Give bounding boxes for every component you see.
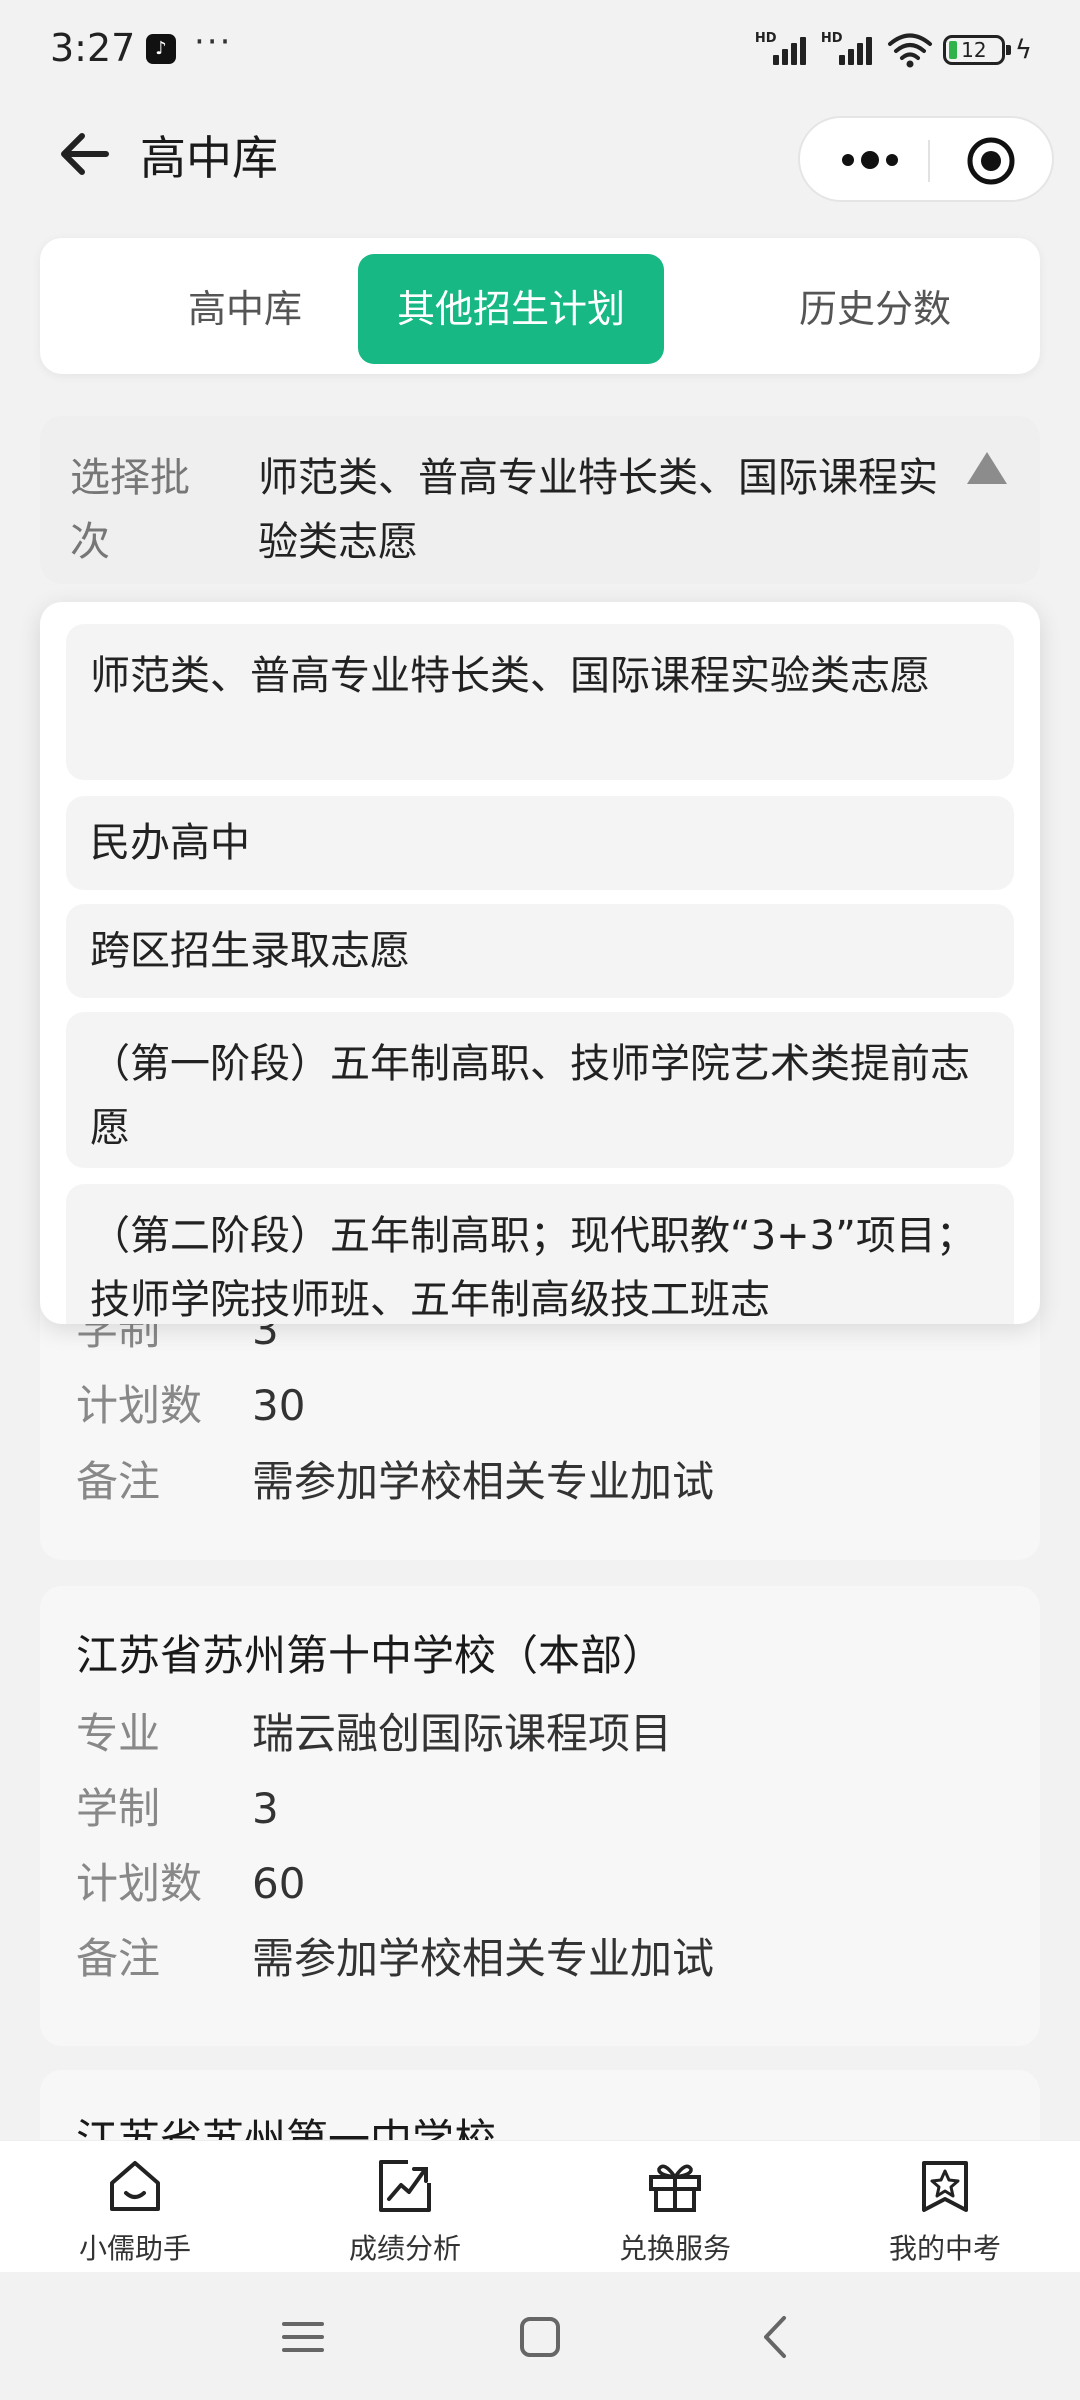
system-nav-bar [0,2272,1080,2400]
batch-selector-value[interactable]: 师范类、普高专业特长类、国际课程实验类志愿 [258,446,958,574]
nav-label: 成绩分析 [348,2232,461,2265]
dropdown-option[interactable]: 跨区招生录取志愿 [66,904,1014,998]
nav-label: 兑换服务 [618,2232,731,2265]
home-smile-icon [110,2161,160,2211]
status-indicators: HD HD 12 ϟ [755,30,1032,70]
tab-high-school-library[interactable]: 高中库 [100,254,390,364]
row-value: 需参加学校相关专业加试 [252,1457,715,1506]
batch-selector-label: 选择批次 [70,455,190,565]
back-chevron-icon[interactable] [752,2312,802,2362]
nav-label: 小儒助手 [78,2232,191,2265]
batch-dropdown: 师范类、普高专业特长类、国际课程实验类志愿 民办高中 跨区招生录取志愿 （第一阶… [40,602,1040,1324]
signal-icon: HD [821,31,877,69]
menu-icon[interactable] [278,2312,328,2362]
dropdown-option[interactable]: （第一阶段）五年制高职、技师学院艺术类提前志愿 [66,1012,1014,1168]
tab-history-scores[interactable]: 历史分数 [730,254,1020,364]
row-key: 计划数 [76,1381,203,1430]
star-bookmark-icon [922,2161,968,2212]
card-row-notes: 备注 需参加学校相关专业加试 [76,1929,714,1989]
triangle-up-icon[interactable] [964,448,1010,488]
nav-label: 我的中考 [888,2232,1001,2265]
row-key: 备注 [76,1457,161,1506]
mini-program-capsule [798,116,1054,202]
row-value: 3 [252,1784,279,1833]
signal-hd-label: HD [820,31,843,46]
card-row-major: 专业 瑞云融创国际课程项目 [76,1704,672,1764]
row-key: 计划数 [76,1859,203,1908]
signal-icon: HD [755,31,811,69]
wifi-icon [887,33,932,68]
dropdown-option[interactable]: 师范类、普高专业特长类、国际课程实验类志愿 [66,624,1014,780]
row-value: 30 [252,1381,306,1430]
tiktok-icon: ♪ [146,34,176,64]
chart-trend-icon [379,2160,431,2212]
status-bar: 3:27 ♪ ··· HD HD 12 ϟ [0,0,1080,100]
card-row-plan-count: 计划数 60 [76,1854,305,1914]
title-bar: 高中库 [0,110,1080,210]
row-key: 专业 [76,1709,161,1758]
tab-other-enrollment-plans[interactable]: 其他招生计划 [358,254,664,364]
battery-level: 12 [961,38,987,62]
school-card[interactable]: 江苏省苏州第十中学校（本部） 专业 瑞云融创国际课程项目 学制 3 计划数 60 备注… [40,1586,1040,2046]
page-title: 高中库 [140,131,278,185]
arrow-left-icon[interactable] [56,124,116,184]
capsule-divider [928,140,930,182]
bottom-nav: 小儒助手 成绩分析 兑换服务 我的中考 [0,2140,1080,2273]
nav-score-analysis[interactable]: 成绩分析 [295,2157,515,2267]
card-row-system: 学制 3 [76,1779,279,1839]
home-square-icon[interactable] [515,2312,565,2362]
status-dots: ··· [194,22,233,62]
target-icon[interactable] [966,136,1016,186]
status-time: 3:27 [50,26,136,70]
signal-hd-label: HD [754,31,777,46]
row-key: 学制 [76,1784,161,1833]
more-dots-icon[interactable] [830,138,910,182]
nav-redeem-service[interactable]: 兑换服务 [565,2157,785,2267]
row-value: 需参加学校相关专业加试 [252,1934,715,1983]
bolt-icon: ϟ [1014,35,1032,65]
nav-my-exam[interactable]: 我的中考 [835,2157,1055,2267]
batch-selector[interactable]: 选择批次 师范类、普高专业特长类、国际课程实验类志愿 [40,416,1040,584]
school-name: 江苏省苏州第十中学校（本部） [76,1631,665,1680]
tab-bar: 高中库 其他招生计划 历史分数 [40,238,1040,374]
row-key: 备注 [76,1934,161,1983]
dropdown-option[interactable]: 民办高中 [66,796,1014,890]
battery-icon: 12 [942,35,1011,65]
dropdown-option[interactable]: （第二阶段）五年制高职；现代职教“3+3”项目；技师学院技师班、五年制高级技工班… [66,1184,1014,1324]
card-row-plan-count: 计划数 30 [76,1376,305,1436]
nav-assistant[interactable]: 小儒助手 [25,2157,245,2267]
row-value: 60 [252,1859,306,1908]
row-value: 瑞云融创国际课程项目 [252,1709,673,1758]
card-row-notes: 备注 需参加学校相关专业加试 [76,1452,714,1512]
gift-icon [649,2164,701,2212]
